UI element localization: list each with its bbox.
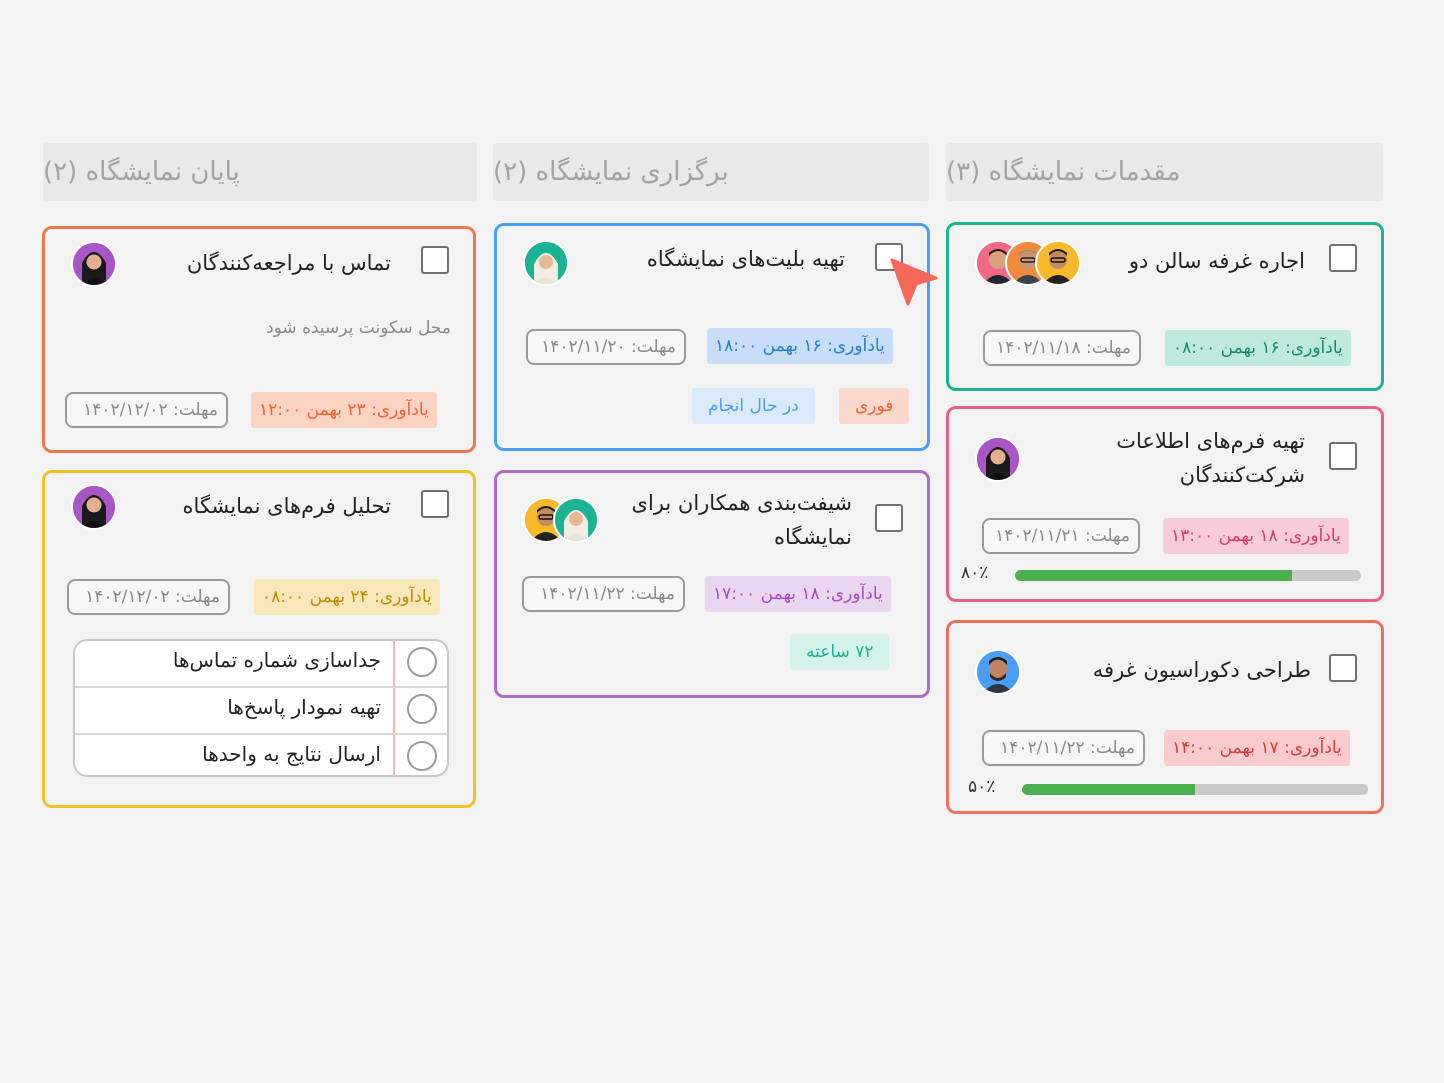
task-card[interactable]: تهیه فرم‌های اطلاعات شرکت‌کنندگان یادآور… bbox=[946, 406, 1384, 602]
status-tag: در حال انجام bbox=[692, 388, 815, 424]
duration-tag: ۷۲ ساعته bbox=[790, 634, 890, 670]
assignee-avatars[interactable] bbox=[975, 649, 1021, 695]
deadline-badge: مهلت: ۱۴۰۲/۱۱/۲۲ bbox=[982, 730, 1145, 766]
task-title-line2: شرکت‌کنندگان bbox=[1179, 463, 1305, 487]
task-checkbox[interactable] bbox=[875, 504, 903, 532]
avatar bbox=[975, 436, 1021, 482]
assignee-avatars[interactable] bbox=[975, 240, 1081, 286]
task-note: محل سکونت پرسیده شود bbox=[266, 318, 451, 338]
progress-fill bbox=[1015, 570, 1292, 581]
urgent-tag: فوری bbox=[839, 388, 910, 424]
reminder-badge: یادآوری: ۱۶ بهمن ۱۸:۰۰ bbox=[707, 328, 893, 364]
task-card[interactable]: اجاره غرفه سالن دو یادآوری: ۱۶ بهمن ۰۸:۰… bbox=[946, 222, 1384, 391]
task-checkbox[interactable] bbox=[1329, 654, 1357, 682]
assignee-avatars[interactable] bbox=[523, 240, 569, 286]
divider bbox=[393, 641, 395, 686]
subtask-radio[interactable] bbox=[407, 647, 437, 677]
task-title: تماس با مراجعه‌کنندگان bbox=[186, 251, 391, 275]
reminder-badge: یادآوری: ۲۴ بهمن ۰۸:۰۰ bbox=[254, 579, 440, 615]
progress-fill bbox=[1022, 784, 1195, 795]
deadline-badge: مهلت: ۱۴۰۲/۱۱/۲۲ bbox=[522, 576, 685, 612]
assignee-avatars[interactable] bbox=[71, 241, 117, 287]
avatar bbox=[71, 484, 117, 530]
task-checkbox[interactable] bbox=[1329, 244, 1357, 272]
column-title: مقدمات نمایشگاه (۳) bbox=[946, 157, 1181, 187]
avatar bbox=[523, 240, 569, 286]
deadline-badge: مهلت: ۱۴۰۲/۱۲/۰۲ bbox=[67, 579, 230, 615]
subtask-radio[interactable] bbox=[407, 741, 437, 771]
task-title-line1: تهیه فرم‌های اطلاعات bbox=[1116, 429, 1305, 453]
avatar bbox=[1035, 240, 1081, 286]
column-header-hold: برگزاری نمایشگاه (۲) bbox=[493, 143, 929, 201]
task-card[interactable]: شیفت‌بندی همکاران برای نمایشگاه یادآوری:… bbox=[494, 470, 930, 698]
subtask-label: ارسال نتایج به واحدها bbox=[202, 742, 381, 766]
reminder-badge: یادآوری: ۱۸ بهمن ۱۷:۰۰ bbox=[705, 576, 891, 612]
assignee-avatars[interactable] bbox=[71, 484, 117, 530]
column-header-end: پایان نمایشگاه (۲) bbox=[43, 143, 477, 201]
assignee-avatars[interactable] bbox=[523, 497, 599, 543]
task-checkbox[interactable] bbox=[421, 246, 449, 274]
progress-label: ۸۰٪ bbox=[961, 563, 989, 583]
reminder-badge: یادآوری: ۱۷ بهمن ۱۴:۰۰ bbox=[1164, 730, 1350, 766]
subtask-item[interactable]: تهیه نمودار پاسخ‌ها bbox=[75, 688, 447, 735]
deadline-badge: مهلت: ۱۴۰۲/۱۲/۰۲ bbox=[65, 392, 228, 428]
subtask-radio[interactable] bbox=[407, 694, 437, 724]
task-checkbox[interactable] bbox=[1329, 442, 1357, 470]
avatar bbox=[975, 649, 1021, 695]
subtask-label: تهیه نمودار پاسخ‌ها bbox=[227, 695, 381, 719]
divider bbox=[393, 735, 395, 775]
task-card[interactable]: طراحی دکوراسیون غرفه یادآوری: ۱۷ بهمن ۱۴… bbox=[946, 620, 1384, 814]
assignee-avatars[interactable] bbox=[975, 436, 1021, 482]
task-card[interactable]: تماس با مراجعه‌کنندگان محل سکونت پرسیده … bbox=[42, 226, 476, 453]
reminder-badge: یادآوری: ۱۶ بهمن ۰۸:۰۰ bbox=[1165, 330, 1351, 366]
task-title: اجاره غرفه سالن دو bbox=[1128, 249, 1305, 273]
column-title: پایان نمایشگاه (۲) bbox=[43, 157, 240, 187]
subtask-item[interactable]: جداسازی شماره تماس‌ها bbox=[75, 641, 447, 688]
deadline-badge: مهلت: ۱۴۰۲/۱۱/۱۸ bbox=[983, 330, 1141, 366]
subtask-item[interactable]: ارسال نتایج به واحدها bbox=[75, 735, 447, 775]
task-title-line1: شیفت‌بندی همکاران برای bbox=[631, 491, 852, 515]
deadline-badge: مهلت: ۱۴۰۲/۱۱/۲۰ bbox=[526, 329, 686, 365]
avatar bbox=[71, 241, 117, 287]
avatar bbox=[553, 497, 599, 543]
reminder-badge: یادآوری: ۱۸ بهمن ۱۳:۰۰ bbox=[1163, 518, 1349, 554]
task-title: طراحی دکوراسیون غرفه bbox=[1092, 658, 1311, 682]
deadline-badge: مهلت: ۱۴۰۲/۱۱/۲۱ bbox=[982, 518, 1140, 554]
reminder-badge: یادآوری: ۲۳ بهمن ۱۲:۰۰ bbox=[251, 392, 437, 428]
column-title: برگزاری نمایشگاه (۲) bbox=[493, 157, 729, 187]
subtask-checklist: جداسازی شماره تماس‌ها تهیه نمودار پاسخ‌ه… bbox=[73, 639, 449, 777]
task-title: تحلیل فرم‌های نمایشگاه bbox=[182, 494, 391, 518]
progress-label: ۵۰٪ bbox=[968, 777, 996, 797]
task-title-line2: نمایشگاه bbox=[774, 525, 852, 549]
task-checkbox[interactable] bbox=[421, 490, 449, 518]
progress-bar bbox=[1022, 784, 1368, 795]
column-header-prep: مقدمات نمایشگاه (۳) bbox=[946, 143, 1383, 201]
divider bbox=[393, 688, 395, 733]
pointer-cursor-icon bbox=[888, 258, 940, 312]
progress-bar bbox=[1015, 570, 1361, 581]
subtask-label: جداسازی شماره تماس‌ها bbox=[172, 648, 381, 672]
task-card[interactable]: تهیه بلیت‌های نمایشگاه یادآوری: ۱۶ بهمن … bbox=[494, 223, 930, 451]
task-title: تهیه بلیت‌های نمایشگاه bbox=[646, 247, 845, 271]
